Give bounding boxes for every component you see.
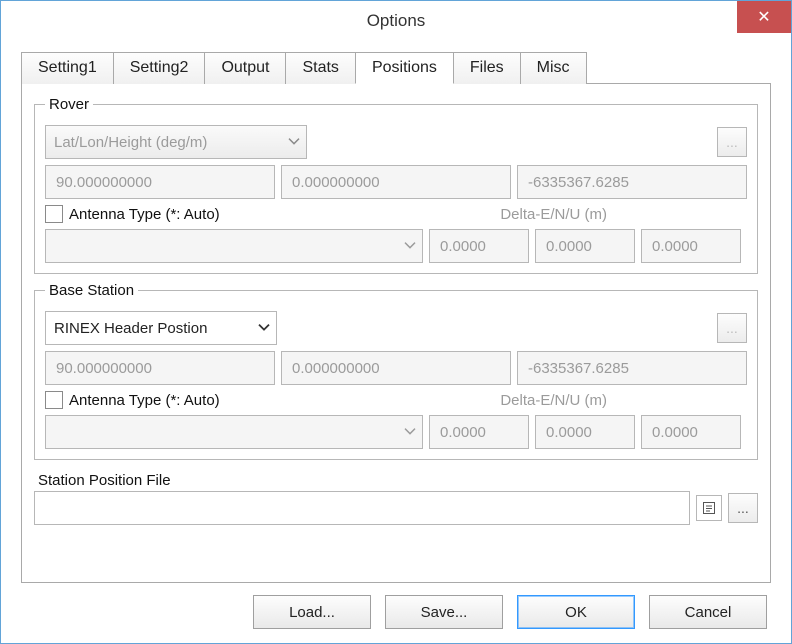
base-group: Base Station RINEX Header Postion ... bbox=[34, 282, 758, 460]
ok-button[interactable]: OK bbox=[517, 595, 635, 629]
base-delta-label: Delta-E/N/U (m) bbox=[500, 392, 607, 409]
base-antenna-checkbox[interactable] bbox=[45, 391, 63, 409]
base-delta-u[interactable] bbox=[641, 415, 741, 449]
base-coord-b-input[interactable] bbox=[290, 352, 502, 384]
rover-delta-e[interactable] bbox=[429, 229, 529, 263]
base-legend: Base Station bbox=[45, 282, 138, 299]
station-file-view-button[interactable] bbox=[696, 495, 722, 521]
base-delta-n-input[interactable] bbox=[544, 416, 626, 448]
content: Setting1 Setting2 Output Stats Positions… bbox=[1, 41, 791, 643]
tab-bar: Setting1 Setting2 Output Stats Positions… bbox=[21, 51, 771, 84]
options-dialog: Options ✕ Setting1 Setting2 Output Stats… bbox=[0, 0, 792, 644]
tab-stats[interactable]: Stats bbox=[285, 52, 355, 84]
rover-postype-combo[interactable]: Lat/Lon/Height (deg/m) bbox=[45, 125, 307, 159]
rover-antenna-checkbox[interactable] bbox=[45, 205, 63, 223]
station-file-input-wrap[interactable] bbox=[34, 491, 690, 525]
titlebar: Options ✕ bbox=[1, 1, 791, 41]
station-file-input[interactable] bbox=[43, 492, 681, 524]
rover-coord-b[interactable] bbox=[281, 165, 511, 199]
tab-output[interactable]: Output bbox=[204, 52, 286, 84]
rover-delta-u[interactable] bbox=[641, 229, 741, 263]
close-icon: ✕ bbox=[757, 7, 770, 27]
close-button[interactable]: ✕ bbox=[737, 1, 791, 33]
chevron-down-icon bbox=[288, 133, 300, 150]
rover-delta-u-input[interactable] bbox=[650, 230, 732, 262]
base-antenna-combo[interactable] bbox=[45, 415, 423, 449]
base-delta-e-input[interactable] bbox=[438, 416, 520, 448]
rover-antenna-label: Antenna Type (*: Auto) bbox=[69, 206, 220, 223]
base-postype-value: RINEX Header Postion bbox=[54, 320, 207, 337]
station-file-section: Station Position File ... bbox=[34, 472, 758, 525]
rover-group: Rover Lat/Lon/Height (deg/m) ... bbox=[34, 96, 758, 274]
load-button[interactable]: Load... bbox=[253, 595, 371, 629]
base-delta-u-input[interactable] bbox=[650, 416, 732, 448]
rover-coord-b-input[interactable] bbox=[290, 166, 502, 198]
rover-delta-n-input[interactable] bbox=[544, 230, 626, 262]
chevron-down-icon bbox=[404, 237, 416, 254]
rover-delta-e-input[interactable] bbox=[438, 230, 520, 262]
rover-delta-n[interactable] bbox=[535, 229, 635, 263]
tab-files[interactable]: Files bbox=[453, 52, 521, 84]
dialog-button-row: Load... Save... OK Cancel bbox=[21, 583, 771, 629]
rover-delta-label: Delta-E/N/U (m) bbox=[500, 206, 607, 223]
tab-positions[interactable]: Positions bbox=[355, 52, 454, 84]
tab-misc[interactable]: Misc bbox=[520, 52, 587, 84]
chevron-down-icon bbox=[258, 319, 270, 336]
station-file-label: Station Position File bbox=[34, 472, 758, 491]
base-coord-a-input[interactable] bbox=[54, 352, 266, 384]
tab-setting2[interactable]: Setting2 bbox=[113, 52, 206, 84]
save-button[interactable]: Save... bbox=[385, 595, 503, 629]
rover-coord-a[interactable] bbox=[45, 165, 275, 199]
chevron-down-icon bbox=[404, 423, 416, 440]
base-coord-a[interactable] bbox=[45, 351, 275, 385]
rover-legend: Rover bbox=[45, 96, 93, 113]
base-coord-c[interactable] bbox=[517, 351, 747, 385]
cancel-button[interactable]: Cancel bbox=[649, 595, 767, 629]
document-icon bbox=[702, 501, 716, 515]
rover-coord-a-input[interactable] bbox=[54, 166, 266, 198]
rover-postype-value: Lat/Lon/Height (deg/m) bbox=[54, 134, 207, 151]
base-postype-combo[interactable]: RINEX Header Postion bbox=[45, 311, 277, 345]
base-more-button[interactable]: ... bbox=[717, 313, 747, 343]
window-title: Options bbox=[367, 11, 426, 31]
rover-coord-c[interactable] bbox=[517, 165, 747, 199]
base-coord-c-input[interactable] bbox=[526, 352, 738, 384]
base-coord-b[interactable] bbox=[281, 351, 511, 385]
positions-pane: Rover Lat/Lon/Height (deg/m) ... bbox=[21, 84, 771, 583]
base-antenna-label: Antenna Type (*: Auto) bbox=[69, 392, 220, 409]
rover-more-button[interactable]: ... bbox=[717, 127, 747, 157]
rover-antenna-combo[interactable] bbox=[45, 229, 423, 263]
rover-coord-c-input[interactable] bbox=[526, 166, 738, 198]
station-file-browse-button[interactable]: ... bbox=[728, 493, 758, 523]
tab-setting1[interactable]: Setting1 bbox=[21, 52, 114, 84]
base-delta-e[interactable] bbox=[429, 415, 529, 449]
base-delta-n[interactable] bbox=[535, 415, 635, 449]
